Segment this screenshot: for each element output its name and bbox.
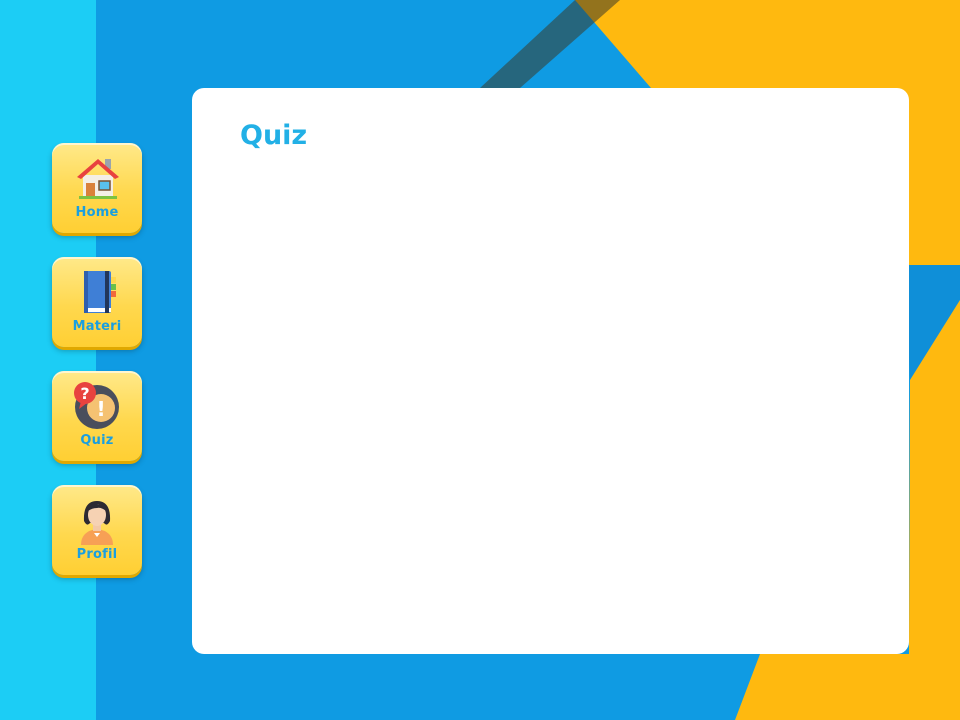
- nav-button-quiz[interactable]: ! ? Quiz: [52, 371, 142, 461]
- nav-button-home[interactable]: Home: [52, 143, 142, 233]
- content-panel: Quiz: [192, 88, 909, 654]
- nav-label-materi: Materi: [72, 319, 122, 334]
- user-avatar-icon: [81, 501, 113, 545]
- house-icon: [77, 159, 119, 199]
- svg-text:!: !: [96, 397, 105, 421]
- book-icon: [84, 271, 116, 313]
- quiz-bubbles-icon: ! ?: [74, 382, 119, 429]
- page-title: Quiz: [240, 120, 308, 151]
- sidebar-strip: [0, 0, 96, 720]
- svg-text:?: ?: [80, 384, 89, 403]
- nav-label-quiz: Quiz: [80, 433, 114, 448]
- nav-label-home: Home: [75, 205, 119, 220]
- nav-button-materi[interactable]: Materi: [52, 257, 142, 347]
- nav-label-profil: Profil: [76, 547, 118, 562]
- nav-button-profil[interactable]: Profil: [52, 485, 142, 575]
